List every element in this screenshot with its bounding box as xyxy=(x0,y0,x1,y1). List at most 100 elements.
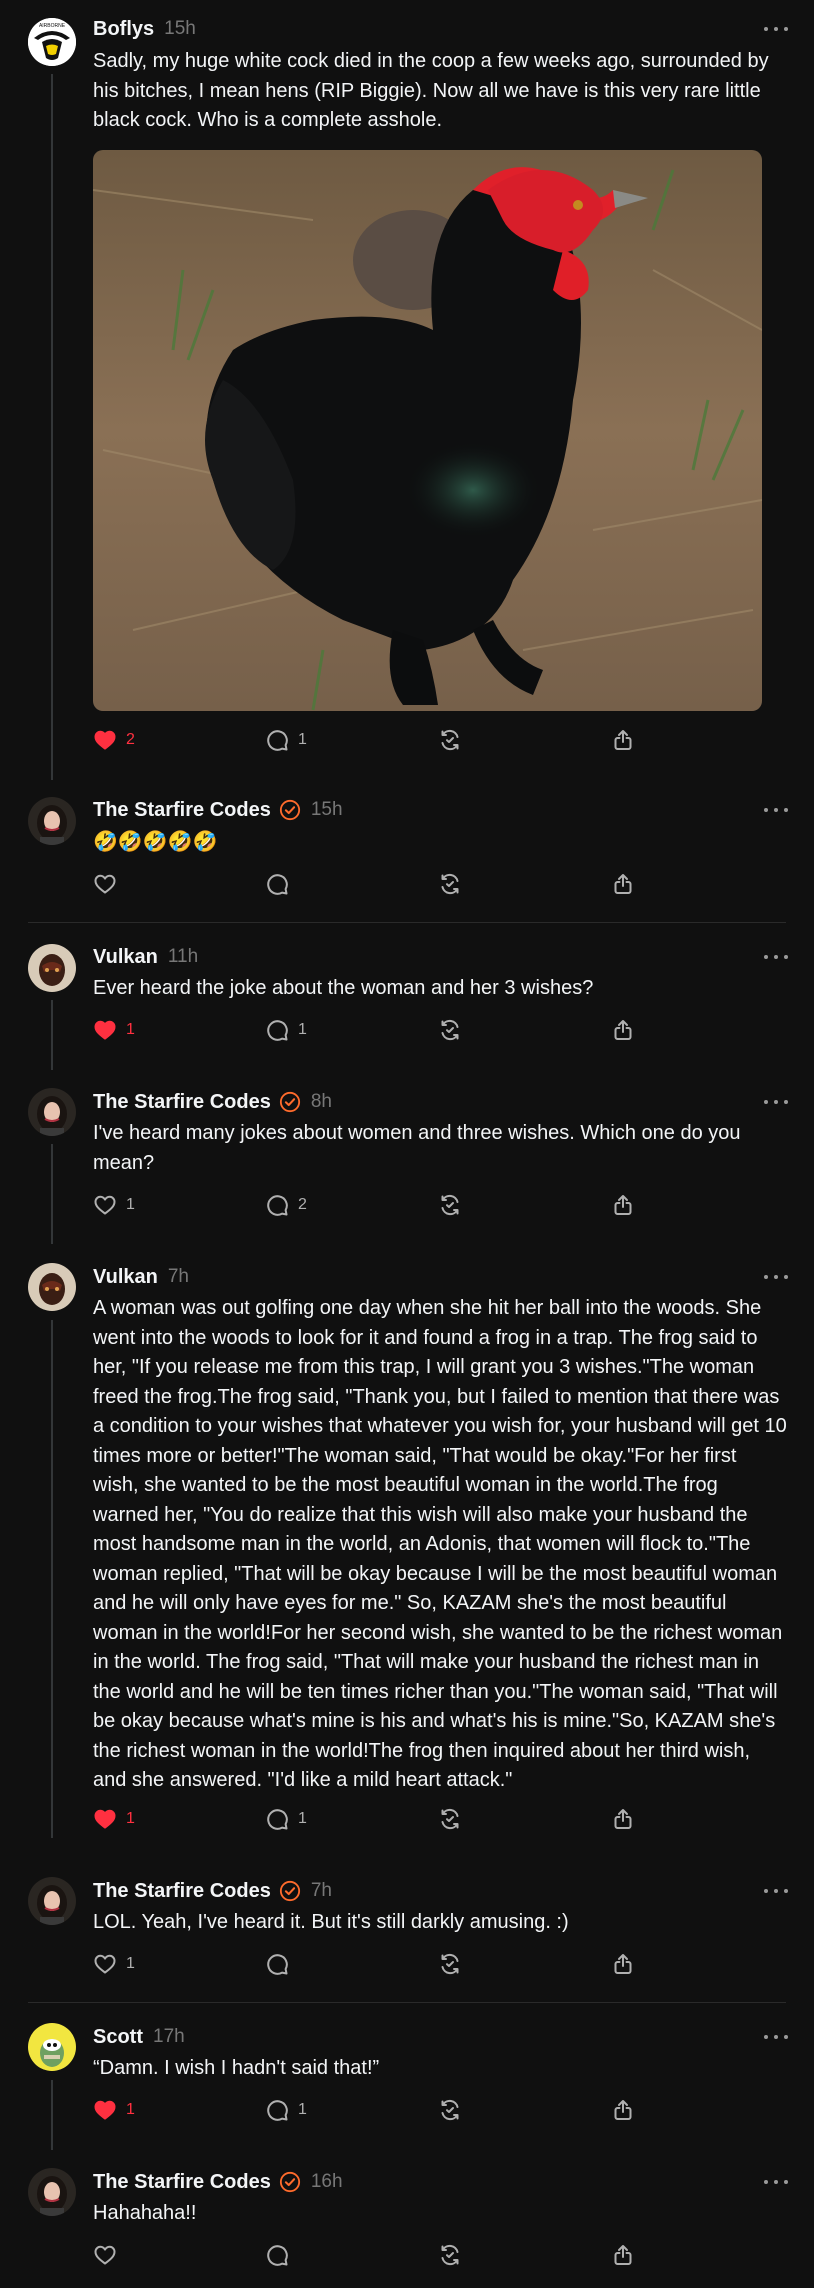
more-icon[interactable] xyxy=(764,1887,788,1895)
thread-divider xyxy=(28,922,786,923)
reply-button[interactable] xyxy=(265,1952,298,1976)
avatar[interactable] xyxy=(28,944,76,992)
timestamp[interactable]: 7h xyxy=(168,1266,189,1288)
username[interactable]: Vulkan xyxy=(93,1266,158,1289)
avatar[interactable] xyxy=(28,1088,76,1136)
action-bar: 1 2 xyxy=(93,1193,793,1217)
repost-button[interactable] xyxy=(438,1807,462,1831)
post-header: Boflys 15h xyxy=(93,17,196,41)
share-button[interactable] xyxy=(611,2243,635,2267)
username[interactable]: The Starfire Codes xyxy=(93,1091,271,1114)
comment-icon xyxy=(265,872,289,896)
timestamp[interactable]: 8h xyxy=(311,1091,332,1113)
thread-connector xyxy=(51,1000,53,1070)
repost-icon xyxy=(438,1807,462,1831)
avatar[interactable] xyxy=(28,2168,76,2216)
avatar[interactable] xyxy=(28,1263,76,1311)
share-icon xyxy=(611,728,635,752)
repost-button[interactable] xyxy=(438,1193,462,1217)
more-icon[interactable] xyxy=(764,2178,788,2186)
username[interactable]: The Starfire Codes xyxy=(93,2171,271,2194)
share-icon xyxy=(611,1018,635,1042)
username[interactable]: Boflys xyxy=(93,18,154,41)
heart-icon xyxy=(93,2243,117,2267)
like-button[interactable]: 1 xyxy=(93,1807,135,1831)
verified-icon xyxy=(279,1091,301,1113)
more-icon[interactable] xyxy=(764,1098,788,1106)
post-header: Vulkan 11h xyxy=(93,945,198,969)
share-button[interactable] xyxy=(611,1952,635,1976)
thread-connector xyxy=(51,1320,53,1838)
reply-button[interactable]: 1 xyxy=(265,1807,307,1831)
reply-button[interactable]: 1 xyxy=(265,2098,307,2122)
like-button[interactable]: 1 xyxy=(93,1018,135,1042)
share-icon xyxy=(611,872,635,896)
like-count: 1 xyxy=(126,1021,135,1038)
verified-icon xyxy=(279,2171,301,2193)
action-bar xyxy=(93,2243,793,2267)
username[interactable]: The Starfire Codes xyxy=(93,1880,271,1903)
repost-button[interactable] xyxy=(438,1952,462,1976)
black-rooster-photo xyxy=(93,150,762,711)
comment-icon xyxy=(265,2243,289,2267)
reply-count: 1 xyxy=(298,1810,307,1827)
more-icon[interactable] xyxy=(764,1273,788,1281)
timestamp[interactable]: 7h xyxy=(311,1880,332,1902)
avatar[interactable] xyxy=(28,2023,76,2071)
avatar[interactable]: AIRBORNE xyxy=(28,18,76,66)
reply-button[interactable] xyxy=(265,872,298,896)
share-button[interactable] xyxy=(611,1018,635,1042)
reply-button[interactable]: 2 xyxy=(265,1193,307,1217)
reply-button[interactable]: 1 xyxy=(265,728,307,752)
like-button[interactable]: 1 xyxy=(93,1193,135,1217)
reply-button[interactable]: 1 xyxy=(265,1018,307,1042)
repost-button[interactable] xyxy=(438,1018,462,1042)
post-text: Hahahaha!! xyxy=(93,2202,197,2224)
post-header: Vulkan 7h xyxy=(93,1265,189,1289)
like-button[interactable] xyxy=(93,872,126,896)
like-button[interactable]: 2 xyxy=(93,728,135,752)
more-icon[interactable] xyxy=(764,806,788,814)
timestamp[interactable]: 15h xyxy=(311,799,343,821)
username[interactable]: Scott xyxy=(93,2026,143,2049)
repost-icon xyxy=(438,2243,462,2267)
post-header: The Starfire Codes 8h xyxy=(93,1090,332,1114)
repost-icon xyxy=(438,872,462,896)
heart-icon xyxy=(93,872,117,896)
timestamp[interactable]: 16h xyxy=(311,2171,343,2193)
like-button[interactable]: 1 xyxy=(93,2098,135,2122)
more-icon[interactable] xyxy=(764,2033,788,2041)
post-text: Ever heard the joke about the woman and … xyxy=(93,977,594,999)
reply-button[interactable] xyxy=(265,2243,298,2267)
share-button[interactable] xyxy=(611,728,635,752)
share-button[interactable] xyxy=(611,2098,635,2122)
repost-button[interactable] xyxy=(438,2243,462,2267)
thread-connector xyxy=(51,2080,53,2150)
share-button[interactable] xyxy=(611,1807,635,1831)
more-icon[interactable] xyxy=(764,25,788,33)
reply-count: 2 xyxy=(298,1196,307,1213)
like-button[interactable] xyxy=(93,2243,126,2267)
verified-icon xyxy=(279,1880,301,1902)
timestamp[interactable]: 11h xyxy=(168,946,198,968)
repost-icon xyxy=(438,2098,462,2122)
action-bar: 1 xyxy=(93,1952,793,1976)
share-button[interactable] xyxy=(611,872,635,896)
heart-icon xyxy=(93,1193,117,1217)
repost-button[interactable] xyxy=(438,728,462,752)
share-button[interactable] xyxy=(611,1193,635,1217)
repost-button[interactable] xyxy=(438,872,462,896)
avatar[interactable] xyxy=(28,797,76,845)
post-text: “Damn. I wish I hadn't said that!” xyxy=(93,2057,380,2079)
share-icon xyxy=(611,2098,635,2122)
timestamp[interactable]: 15h xyxy=(164,18,196,40)
post-image[interactable] xyxy=(93,150,762,711)
timestamp[interactable]: 17h xyxy=(153,2026,185,2048)
post-header: The Starfire Codes 15h xyxy=(93,798,343,822)
avatar[interactable] xyxy=(28,1877,76,1925)
username[interactable]: The Starfire Codes xyxy=(93,799,271,822)
repost-button[interactable] xyxy=(438,2098,462,2122)
more-icon[interactable] xyxy=(764,953,788,961)
like-button[interactable]: 1 xyxy=(93,1952,135,1976)
username[interactable]: Vulkan xyxy=(93,946,158,969)
